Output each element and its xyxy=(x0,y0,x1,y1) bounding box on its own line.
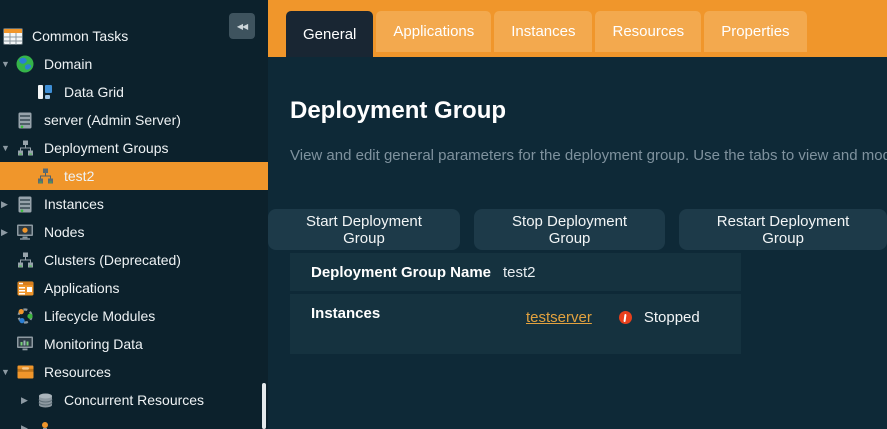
testserver-link[interactable]: testserver xyxy=(526,309,592,326)
deployment-group-name-value: test2 xyxy=(503,264,536,281)
sidebar-item-domain[interactable]: ▼ Domain xyxy=(0,50,268,78)
cluster-icon xyxy=(15,139,35,158)
sidebar-item-partial[interactable]: ▶ xyxy=(0,414,268,429)
cluster-icon xyxy=(15,251,35,270)
tab-applications[interactable]: Applications xyxy=(376,11,491,52)
row-label: Instances xyxy=(290,294,503,322)
sidebar-item-applications[interactable]: Applications xyxy=(0,274,268,302)
lifecycle-icon xyxy=(15,307,35,326)
table-row: Deployment Group Name test2 xyxy=(290,253,741,291)
app-window-icon xyxy=(15,279,35,298)
sidebar-item-common-tasks[interactable]: Common Tasks xyxy=(0,22,268,50)
sidebar-item-lifecycle-modules[interactable]: Lifecycle Modules xyxy=(0,302,268,330)
server-icon xyxy=(15,195,35,214)
row-label: Deployment Group Name xyxy=(290,264,503,281)
stopped-icon xyxy=(619,311,632,324)
cluster-icon xyxy=(35,167,55,186)
sidebar-item-instances[interactable]: ▶ Instances xyxy=(0,190,268,218)
node-monitor-icon xyxy=(15,223,35,242)
sidebar-item-label: Deployment Groups xyxy=(44,140,169,156)
expander-expanded-icon[interactable]: ▼ xyxy=(0,50,15,78)
expander-expanded-icon[interactable]: ▼ xyxy=(0,358,15,386)
resources-box-icon xyxy=(15,363,35,382)
sidebar-item-concurrent-resources[interactable]: ▶ Concurrent Resources xyxy=(0,386,268,414)
action-button-row: Start Deployment Group Stop Deployment G… xyxy=(268,209,887,250)
double-left-arrow-icon: ◀◀ xyxy=(237,22,247,31)
stop-deployment-group-button[interactable]: Stop Deployment Group xyxy=(474,209,665,250)
sidebar-item-server[interactable]: server (Admin Server) xyxy=(0,106,268,134)
sidebar-item-resources[interactable]: ▼ Resources xyxy=(0,358,268,386)
globe-icon xyxy=(15,55,35,74)
main-content: General Applications Instances Resources… xyxy=(268,0,887,429)
sidebar-item-label: Nodes xyxy=(44,224,84,240)
deployment-group-table: Deployment Group Name test2 Instances te… xyxy=(290,253,741,354)
sidebar-item-nodes[interactable]: ▶ Nodes xyxy=(0,218,268,246)
server-icon xyxy=(15,111,35,130)
database-icon xyxy=(35,391,55,410)
tab-instances[interactable]: Instances xyxy=(494,11,592,52)
sidebar-item-test2[interactable]: test2 xyxy=(0,162,268,190)
sidebar-item-label: Data Grid xyxy=(64,84,124,100)
table-row: Instances testserver Stopped xyxy=(290,294,741,354)
status-badge: Stopped xyxy=(644,309,700,326)
sidebar-item-label: Instances xyxy=(44,196,104,212)
tab-properties[interactable]: Properties xyxy=(704,11,806,52)
monitor-icon xyxy=(15,335,35,354)
sidebar-item-label: Monitoring Data xyxy=(44,336,143,352)
sidebar-item-deployment-groups[interactable]: ▼ Deployment Groups xyxy=(0,134,268,162)
sidebar-item-label: Applications xyxy=(44,280,120,296)
start-deployment-group-button[interactable]: Start Deployment Group xyxy=(268,209,460,250)
expander-collapsed-icon[interactable]: ▶ xyxy=(20,386,35,414)
page-description: View and edit general parameters for the… xyxy=(290,147,887,164)
sidebar-item-label: Concurrent Resources xyxy=(64,392,204,408)
sidebar-item-label: Domain xyxy=(44,56,92,72)
expander-collapsed-icon[interactable]: ▶ xyxy=(0,190,15,218)
sidebar-item-monitoring-data[interactable]: Monitoring Data xyxy=(0,330,268,358)
tasks-grid-icon xyxy=(2,27,24,46)
tab-bar: General Applications Instances Resources… xyxy=(286,11,807,57)
navigation-sidebar: Common Tasks ▼ Domain Data Grid server (… xyxy=(0,0,268,429)
tab-resources[interactable]: Resources xyxy=(595,11,701,52)
sidebar-collapse-button[interactable]: ◀◀ xyxy=(229,13,255,39)
sidebar-item-label: Clusters (Deprecated) xyxy=(44,252,181,268)
sidebar-item-label: Resources xyxy=(44,364,111,380)
expander-collapsed-icon[interactable]: ▶ xyxy=(20,414,35,429)
restart-deployment-group-button[interactable]: Restart Deployment Group xyxy=(679,209,887,250)
instance-status-cell: testserver Stopped xyxy=(526,309,700,326)
sidebar-scrollbar-thumb[interactable] xyxy=(262,383,266,429)
tab-general[interactable]: General xyxy=(286,11,373,57)
page-title: Deployment Group xyxy=(290,97,506,125)
sidebar-item-label: Common Tasks xyxy=(32,28,128,44)
partial-icon xyxy=(35,419,55,429)
expander-expanded-icon[interactable]: ▼ xyxy=(0,134,15,162)
sidebar-item-label: test2 xyxy=(64,168,94,184)
sidebar-item-label: server (Admin Server) xyxy=(44,112,181,128)
expander-collapsed-icon[interactable]: ▶ xyxy=(0,218,15,246)
data-grid-icon xyxy=(35,83,55,102)
sidebar-item-label: Lifecycle Modules xyxy=(44,308,155,324)
sidebar-item-data-grid[interactable]: Data Grid xyxy=(0,78,268,106)
sidebar-item-clusters[interactable]: Clusters (Deprecated) xyxy=(0,246,268,274)
